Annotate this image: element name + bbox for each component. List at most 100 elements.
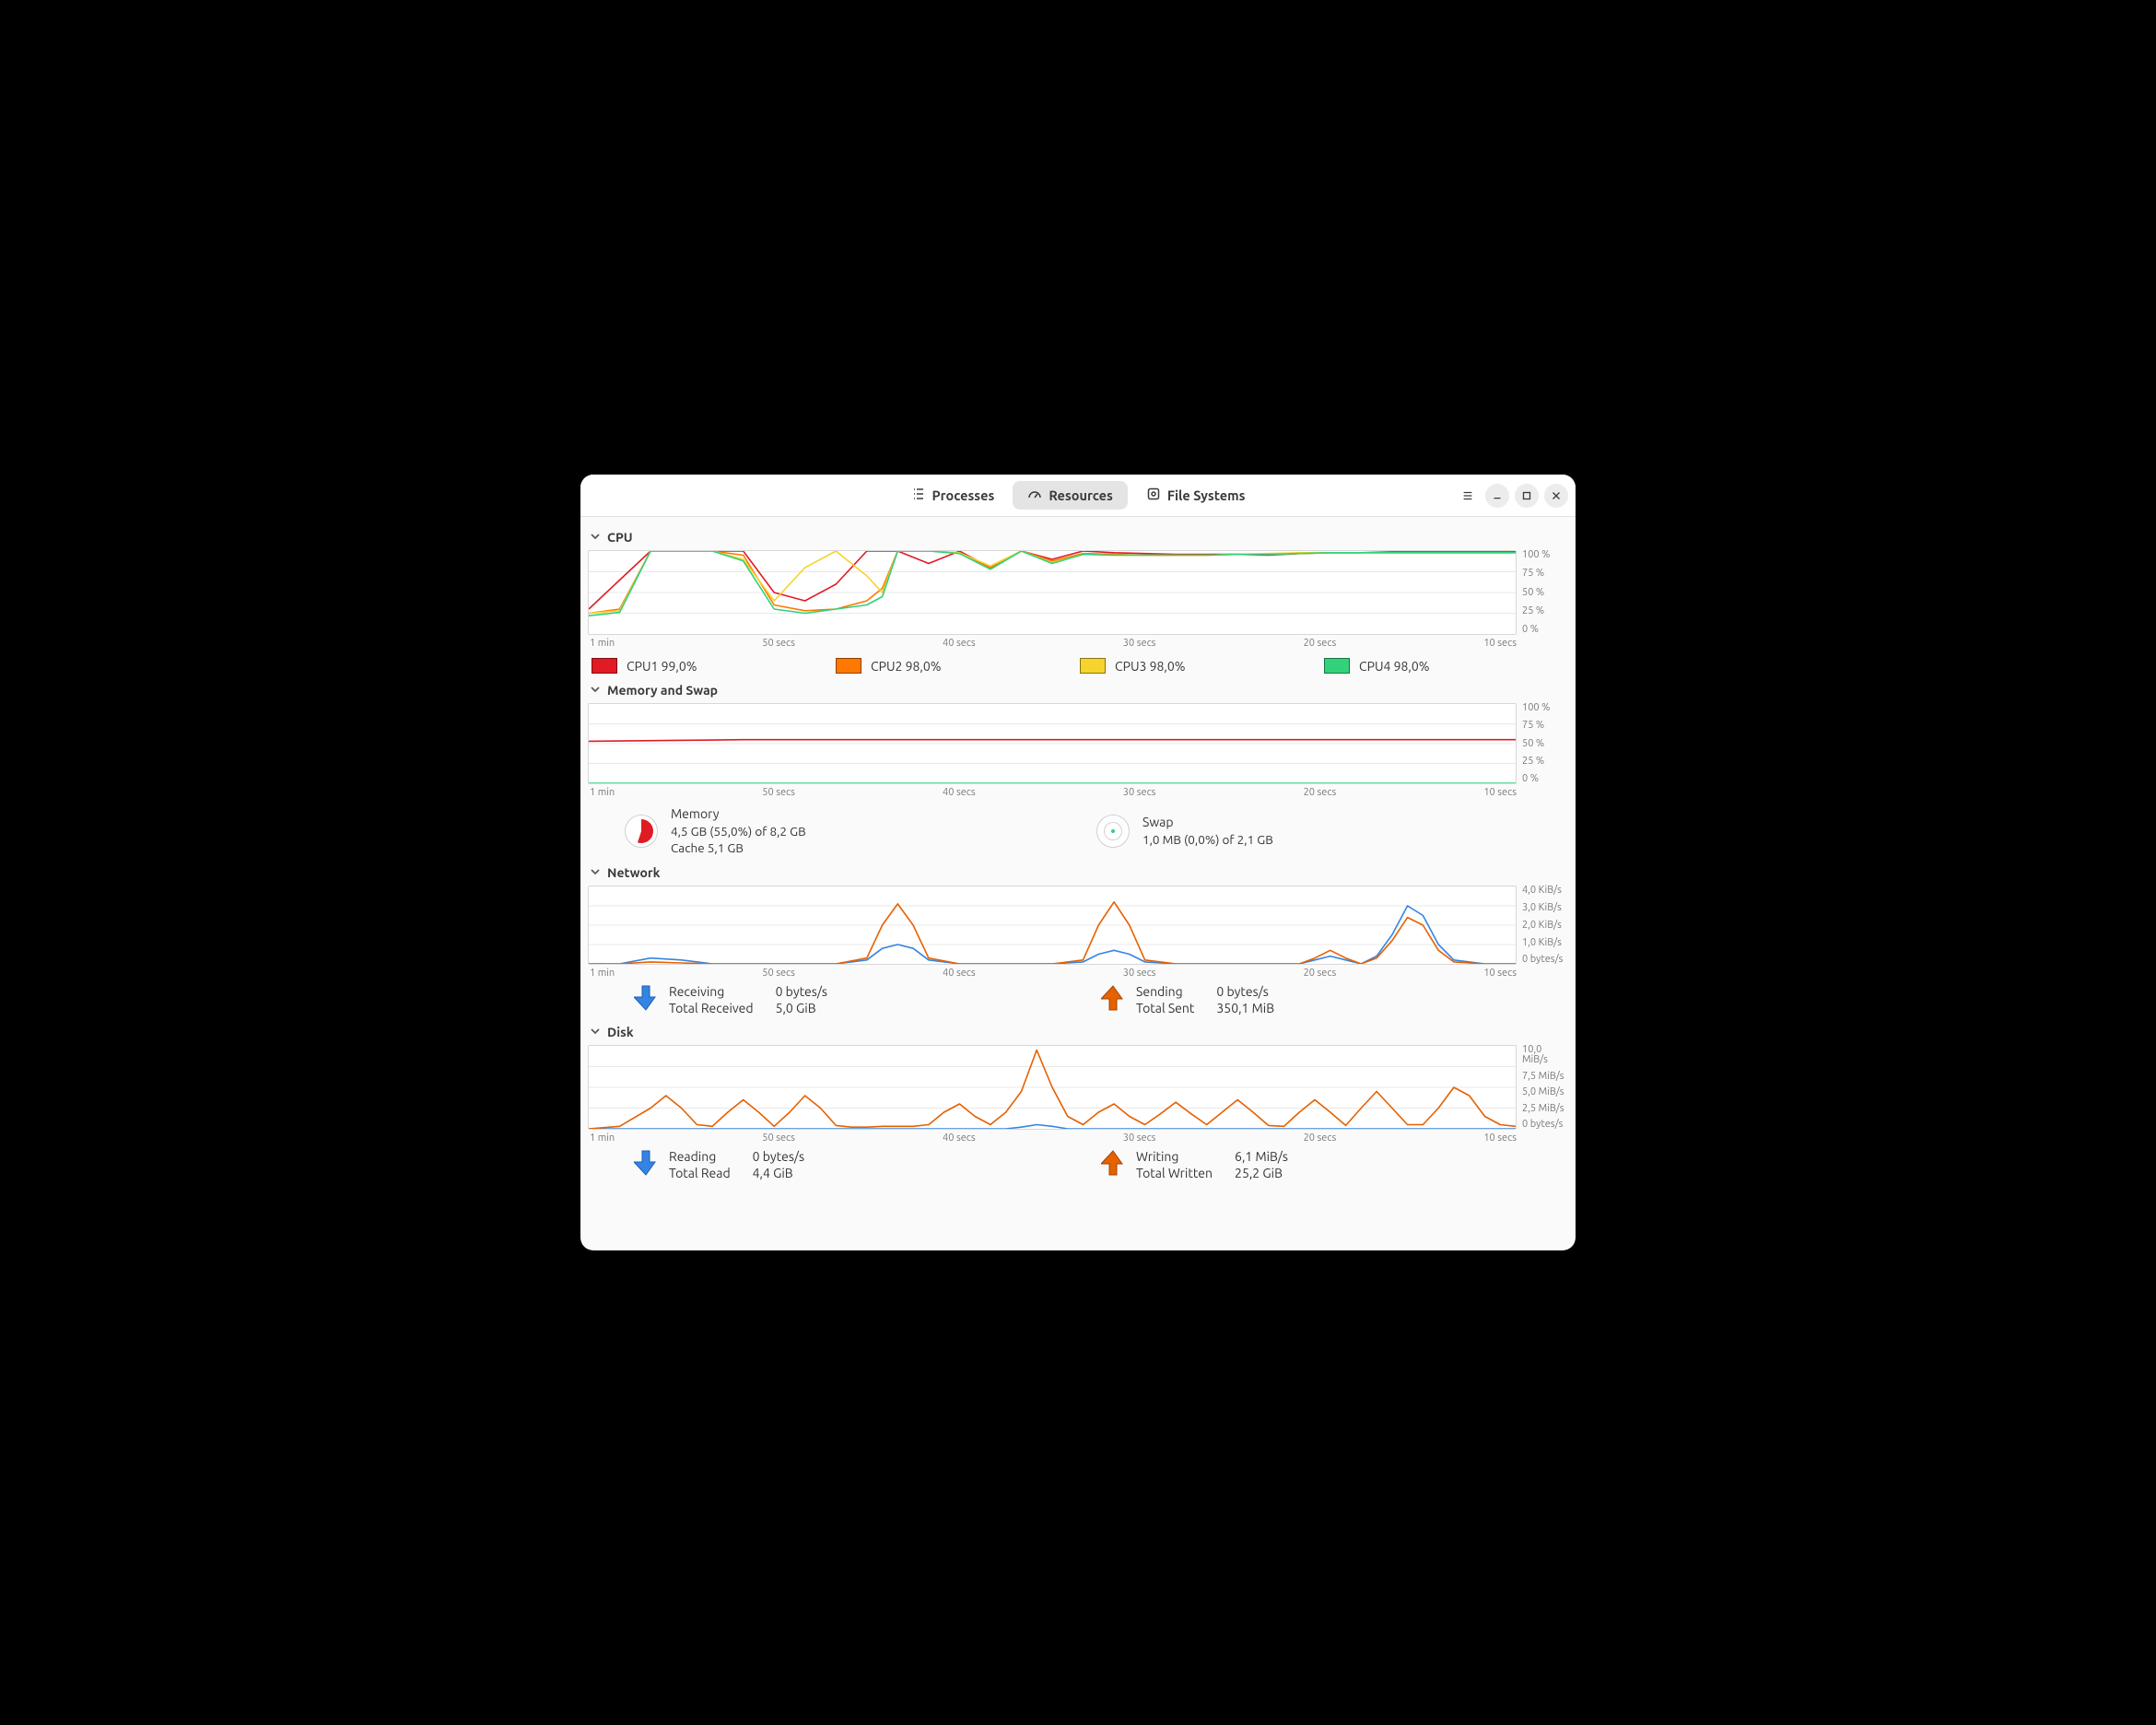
send-total-label: Total Sent xyxy=(1136,1001,1194,1015)
axis-tick: 0 % xyxy=(1522,774,1568,784)
chevron-down-icon xyxy=(590,530,601,545)
memory-xaxis: 1 min50 secs40 secs30 secs20 secs10 secs xyxy=(588,784,1568,798)
axis-tick: 1 min xyxy=(590,787,615,798)
network-receiving: Receiving 0 bytes/s Total Received 5,0 G… xyxy=(634,984,1101,1015)
cpu-legend-item[interactable]: CPU2 98,0% xyxy=(836,658,1080,674)
memory-legend: Memory 4,5 GB (55,0%) of 8,2 GB Cache 5,… xyxy=(588,798,1568,858)
axis-tick: 20 secs xyxy=(1304,1132,1337,1144)
memory-cache-text: Cache 5,1 GB xyxy=(671,839,806,856)
disk-chart xyxy=(588,1045,1517,1130)
legend-swatch xyxy=(1324,658,1350,674)
maximize-button[interactable] xyxy=(1515,484,1539,508)
chevron-down-icon xyxy=(590,683,601,698)
network-legend: Receiving 0 bytes/s Total Received 5,0 G… xyxy=(588,979,1568,1017)
axis-tick: 10 secs xyxy=(1483,787,1517,798)
network-xaxis: 1 min50 secs40 secs30 secs20 secs10 secs xyxy=(588,965,1568,979)
section-title: Network xyxy=(607,865,661,880)
section-header-cpu[interactable]: CPU xyxy=(588,522,1568,550)
read-total-value: 4,4 GiB xyxy=(753,1166,804,1180)
read-rate-value: 0 bytes/s xyxy=(753,1149,804,1164)
axis-tick: 2,0 KiB/s xyxy=(1522,921,1568,931)
write-total-label: Total Written xyxy=(1136,1166,1213,1180)
axis-tick: 50 secs xyxy=(762,968,795,979)
memory-pie-icon xyxy=(625,815,658,848)
arrow-down-icon xyxy=(634,984,658,1015)
cpu-chart xyxy=(588,550,1517,635)
resources-content: CPU 100 %75 %50 %25 %0 % 1 min50 secs40 … xyxy=(580,517,1576,1250)
network-chart xyxy=(588,886,1517,965)
axis-tick: 50 secs xyxy=(762,1132,795,1144)
axis-tick: 75 % xyxy=(1522,569,1568,579)
memory-chart xyxy=(588,703,1517,784)
section-title: CPU xyxy=(607,530,633,545)
chevron-down-icon xyxy=(590,865,601,880)
axis-tick: 0 bytes/s xyxy=(1522,1120,1568,1130)
axis-tick: 25 % xyxy=(1522,757,1568,767)
read-total-label: Total Read xyxy=(669,1166,731,1180)
read-rate-label: Reading xyxy=(669,1149,731,1164)
system-monitor-window: Processes Resources File Systems xyxy=(580,475,1576,1250)
axis-tick: 1,0 KiB/s xyxy=(1522,938,1568,948)
cpu-chart-row: 100 %75 %50 %25 %0 % xyxy=(588,550,1568,635)
section-header-memory[interactable]: Memory and Swap xyxy=(588,675,1568,703)
axis-tick: 50 secs xyxy=(762,787,795,798)
axis-tick: 40 secs xyxy=(943,1132,976,1144)
axis-tick: 75 % xyxy=(1522,721,1568,731)
recv-total-value: 5,0 GiB xyxy=(776,1001,827,1015)
tab-label: File Systems xyxy=(1167,487,1246,503)
legend-swatch xyxy=(592,658,617,674)
cpu-legend-item[interactable]: CPU3 98,0% xyxy=(1080,658,1324,674)
axis-tick: 50 % xyxy=(1522,739,1568,749)
memory-label: Memory xyxy=(671,805,806,823)
cpu-legend-item[interactable]: CPU1 99,0% xyxy=(592,658,836,674)
legend-swatch xyxy=(836,658,861,674)
cpu-xaxis: 1 min50 secs40 secs30 secs20 secs10 secs xyxy=(588,635,1568,649)
cpu-yaxis: 100 %75 %50 %25 %0 % xyxy=(1517,550,1568,635)
axis-tick: 100 % xyxy=(1522,703,1568,713)
write-total-value: 25,2 GiB xyxy=(1235,1166,1288,1180)
legend-label: CPU4 98,0% xyxy=(1359,659,1430,674)
disk-legend: Reading 0 bytes/s Total Read 4,4 GiB Wri… xyxy=(588,1144,1568,1182)
recv-total-label: Total Received xyxy=(669,1001,754,1015)
axis-tick: 30 secs xyxy=(1123,1132,1156,1144)
minimize-button[interactable] xyxy=(1485,484,1509,508)
disk-chart-row: 10,0 MiB/s7,5 MiB/s5,0 MiB/s2,5 MiB/s0 b… xyxy=(588,1045,1568,1130)
section-header-network[interactable]: Network xyxy=(588,858,1568,886)
memory-usage-text: 4,5 GB (55,0%) of 8,2 GB xyxy=(671,823,806,839)
section-header-disk[interactable]: Disk xyxy=(588,1017,1568,1045)
tab-filesystems[interactable]: File Systems xyxy=(1131,481,1260,510)
axis-tick: 0 % xyxy=(1522,625,1568,635)
recv-rate-value: 0 bytes/s xyxy=(776,984,827,999)
axis-tick: 3,0 KiB/s xyxy=(1522,903,1568,913)
axis-tick: 30 secs xyxy=(1123,638,1156,649)
tab-label: Resources xyxy=(1049,487,1113,503)
axis-tick: 20 secs xyxy=(1304,638,1337,649)
axis-tick: 30 secs xyxy=(1123,968,1156,979)
tab-processes[interactable]: Processes xyxy=(896,481,1010,510)
arrow-down-icon xyxy=(634,1149,658,1179)
axis-tick: 40 secs xyxy=(943,787,976,798)
cpu-legend-item[interactable]: CPU4 98,0% xyxy=(1324,658,1568,674)
axis-tick: 100 % xyxy=(1522,550,1568,560)
axis-tick: 5,0 MiB/s xyxy=(1522,1087,1568,1097)
recv-rate-label: Receiving xyxy=(669,984,754,999)
send-total-value: 350,1 MiB xyxy=(1216,1001,1274,1015)
axis-tick: 1 min xyxy=(590,638,615,649)
swap-usage-text: 1,0 MB (0,0%) of 2,1 GB xyxy=(1142,831,1273,848)
send-rate-label: Sending xyxy=(1136,984,1194,999)
header-bar: Processes Resources File Systems xyxy=(580,475,1576,517)
tab-resources[interactable]: Resources xyxy=(1013,481,1128,510)
axis-tick: 50 secs xyxy=(762,638,795,649)
axis-tick: 10 secs xyxy=(1483,968,1517,979)
memory-legend-swap: Swap 1,0 MB (0,0%) of 2,1 GB xyxy=(1096,805,1568,856)
legend-label: CPU3 98,0% xyxy=(1115,659,1186,674)
close-button[interactable] xyxy=(1544,484,1568,508)
axis-tick: 30 secs xyxy=(1123,787,1156,798)
write-rate-label: Writing xyxy=(1136,1149,1213,1164)
network-yaxis: 4,0 KiB/s3,0 KiB/s2,0 KiB/s1,0 KiB/s0 by… xyxy=(1517,886,1568,965)
axis-tick: 10 secs xyxy=(1483,1132,1517,1144)
axis-tick: 0 bytes/s xyxy=(1522,955,1568,965)
hamburger-menu-button[interactable] xyxy=(1456,484,1480,508)
axis-tick: 7,5 MiB/s xyxy=(1522,1072,1568,1082)
legend-label: CPU1 99,0% xyxy=(627,659,697,674)
